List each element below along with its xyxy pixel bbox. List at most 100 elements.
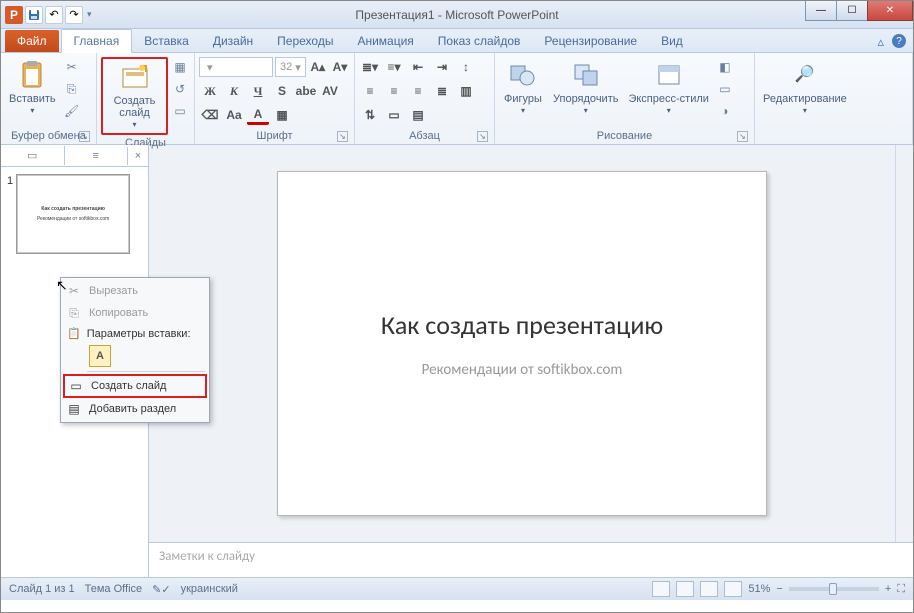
font-launcher[interactable]: ↘ xyxy=(337,131,348,142)
tab-design[interactable]: Дизайн xyxy=(201,30,265,52)
columns-icon[interactable]: ▥ xyxy=(455,81,477,101)
shape-outline-icon[interactable]: ▭ xyxy=(715,79,735,99)
copy-icon: ⎘ xyxy=(65,306,83,321)
undo-icon[interactable]: ↶ xyxy=(45,6,63,24)
group-drawing: Фигуры▾ Упорядочить▾ Экспресс-стили▾ ◧ ▭… xyxy=(495,53,755,144)
help-icon[interactable]: ? xyxy=(892,34,906,48)
align-left-icon[interactable]: ≡ xyxy=(359,81,381,101)
numbering-icon[interactable]: ≡▾ xyxy=(383,57,405,77)
status-spellcheck-icon[interactable]: ✎✓ xyxy=(152,583,170,596)
slide-canvas[interactable]: Как создать презентацию Рекомендации от … xyxy=(277,171,767,516)
indent-dec-icon[interactable]: ⇤ xyxy=(407,57,429,77)
align-text-icon[interactable]: ▭ xyxy=(383,105,405,125)
view-reading-icon[interactable] xyxy=(700,581,718,597)
bullets-icon[interactable]: ≣▾ xyxy=(359,57,381,77)
vertical-scrollbar[interactable] xyxy=(895,145,913,542)
group-drawing-label: Рисование↘ xyxy=(499,128,750,144)
fit-window-icon[interactable]: ⛶ xyxy=(897,583,905,596)
close-button[interactable]: ✕ xyxy=(867,1,913,21)
bold-icon[interactable]: Ж xyxy=(199,81,221,101)
text-dir-icon[interactable]: ⇅ xyxy=(359,105,381,125)
slide-thumbnail[interactable]: Как создать презентацию Рекомендации от … xyxy=(17,175,129,253)
tab-slideshow[interactable]: Показ слайдов xyxy=(426,30,533,52)
shrink-font-icon[interactable]: A▾ xyxy=(330,57,350,77)
italic-icon[interactable]: К xyxy=(223,81,245,101)
cm-copy-label: Копировать xyxy=(89,307,148,319)
minimize-ribbon-icon[interactable]: ▵ xyxy=(877,34,884,50)
indent-inc-icon[interactable]: ⇥ xyxy=(431,57,453,77)
new-slide-icon xyxy=(119,61,151,93)
maximize-button[interactable]: ☐ xyxy=(836,1,868,21)
drawing-launcher[interactable]: ↘ xyxy=(737,131,748,142)
line-spacing-icon[interactable]: ↕ xyxy=(455,57,477,77)
panel-close-icon[interactable]: × xyxy=(128,150,148,162)
editing-button[interactable]: 🔎 Редактирование▾ xyxy=(759,57,851,119)
zoom-out-icon[interactable]: − xyxy=(776,583,782,595)
grow-font-icon[interactable]: A▴ xyxy=(308,57,328,77)
tab-transitions[interactable]: Переходы xyxy=(265,30,345,52)
find-icon: 🔎 xyxy=(789,59,821,91)
strike-icon[interactable]: S xyxy=(271,81,293,101)
clipboard-launcher[interactable]: ↘ xyxy=(79,131,90,142)
justify-icon[interactable]: ≣ xyxy=(431,81,453,101)
quick-styles-button[interactable]: Экспресс-стили▾ xyxy=(624,57,712,119)
font-color-icon[interactable]: A xyxy=(247,105,269,125)
tab-home[interactable]: Главная xyxy=(61,29,133,53)
layout-icon[interactable]: ▦ xyxy=(170,57,190,77)
cm-new-slide[interactable]: ▭ Создать слайд xyxy=(63,374,207,398)
status-language[interactable]: украинский xyxy=(181,583,238,595)
zoom-in-icon[interactable]: + xyxy=(885,583,891,595)
zoom-level[interactable]: 51% xyxy=(748,583,770,595)
cm-add-section-label: Добавить раздел xyxy=(89,403,176,415)
slides-tab[interactable]: ▭ xyxy=(1,146,65,165)
clear-format-icon[interactable]: ⌫ xyxy=(199,105,221,125)
view-normal-icon[interactable] xyxy=(652,581,670,597)
cut-icon[interactable]: ✂ xyxy=(62,57,82,77)
align-right-icon[interactable]: ≡ xyxy=(407,81,429,101)
tab-animations[interactable]: Анимация xyxy=(345,30,425,52)
font-size-combo[interactable]: 32 ▾ xyxy=(275,57,306,77)
shapes-button[interactable]: Фигуры▾ xyxy=(499,57,547,119)
minimize-button[interactable]: — xyxy=(805,1,837,21)
arrange-button[interactable]: Упорядочить▾ xyxy=(549,57,622,119)
slide-subtitle-text[interactable]: Рекомендации от softikbox.com xyxy=(422,361,623,379)
shadow-icon[interactable]: abe xyxy=(295,81,317,101)
tab-insert[interactable]: Вставка xyxy=(132,30,201,52)
align-center-icon[interactable]: ≡ xyxy=(383,81,405,101)
format-painter-icon[interactable]: 🖌 xyxy=(62,101,82,121)
view-slideshow-icon[interactable] xyxy=(724,581,742,597)
tab-file[interactable]: Файл xyxy=(5,30,59,52)
tab-view[interactable]: Вид xyxy=(649,30,695,52)
underline-icon[interactable]: Ч xyxy=(247,81,269,101)
paragraph-launcher[interactable]: ↘ xyxy=(477,131,488,142)
redo-icon[interactable]: ↷ xyxy=(65,6,83,24)
qat-dropdown-icon[interactable]: ▾ xyxy=(85,9,94,20)
outline-tab[interactable]: ≡ xyxy=(65,147,129,165)
spacing-icon[interactable]: AV xyxy=(319,81,341,101)
group-font: ▾ 32 ▾ A▴ A▾ Ж К Ч S abe AV ⌫ Aa A ▦ Шри… xyxy=(195,53,355,144)
smartart-icon[interactable]: ▤ xyxy=(407,105,429,125)
group-paragraph: ≣▾ ≡▾ ⇤ ⇥ ↕ ≡ ≡ ≡ ≣ ▥ ⇅ ▭ ▤ Абзац↘ xyxy=(355,53,495,144)
section-icon[interactable]: ▭ xyxy=(170,101,190,121)
new-slide-button[interactable]: Создать слайд▾ xyxy=(101,57,168,135)
view-sorter-icon[interactable] xyxy=(676,581,694,597)
reset-icon[interactable]: ↺ xyxy=(170,79,190,99)
cm-add-section[interactable]: ▤ Добавить раздел xyxy=(63,398,207,420)
group-clipboard: Вставить ▾ ✂ ⎘ 🖌 Буфер обмена↘ xyxy=(1,53,97,144)
shape-effects-icon[interactable]: ◑ xyxy=(715,101,735,121)
tab-review[interactable]: Рецензирование xyxy=(532,30,649,52)
paste-label: Вставить xyxy=(9,93,56,105)
change-case-icon[interactable]: Aa xyxy=(223,105,245,125)
highlight-icon[interactable]: ▦ xyxy=(271,105,293,125)
notes-pane[interactable]: Заметки к слайду xyxy=(149,542,913,577)
zoom-slider[interactable] xyxy=(789,587,879,591)
slide-title-text[interactable]: Как создать презентацию xyxy=(381,309,663,341)
save-icon[interactable] xyxy=(25,6,43,24)
paste-button[interactable]: Вставить ▾ xyxy=(5,57,60,119)
shape-fill-icon[interactable]: ◧ xyxy=(715,57,735,77)
paste-option-keep-format[interactable]: A xyxy=(89,345,111,367)
copy-icon[interactable]: ⎘ xyxy=(62,79,82,99)
font-family-combo[interactable]: ▾ xyxy=(199,57,273,77)
thumbnail-item[interactable]: 1 Как создать презентацию Рекомендации о… xyxy=(1,167,148,261)
group-editing-spacer xyxy=(759,128,908,144)
